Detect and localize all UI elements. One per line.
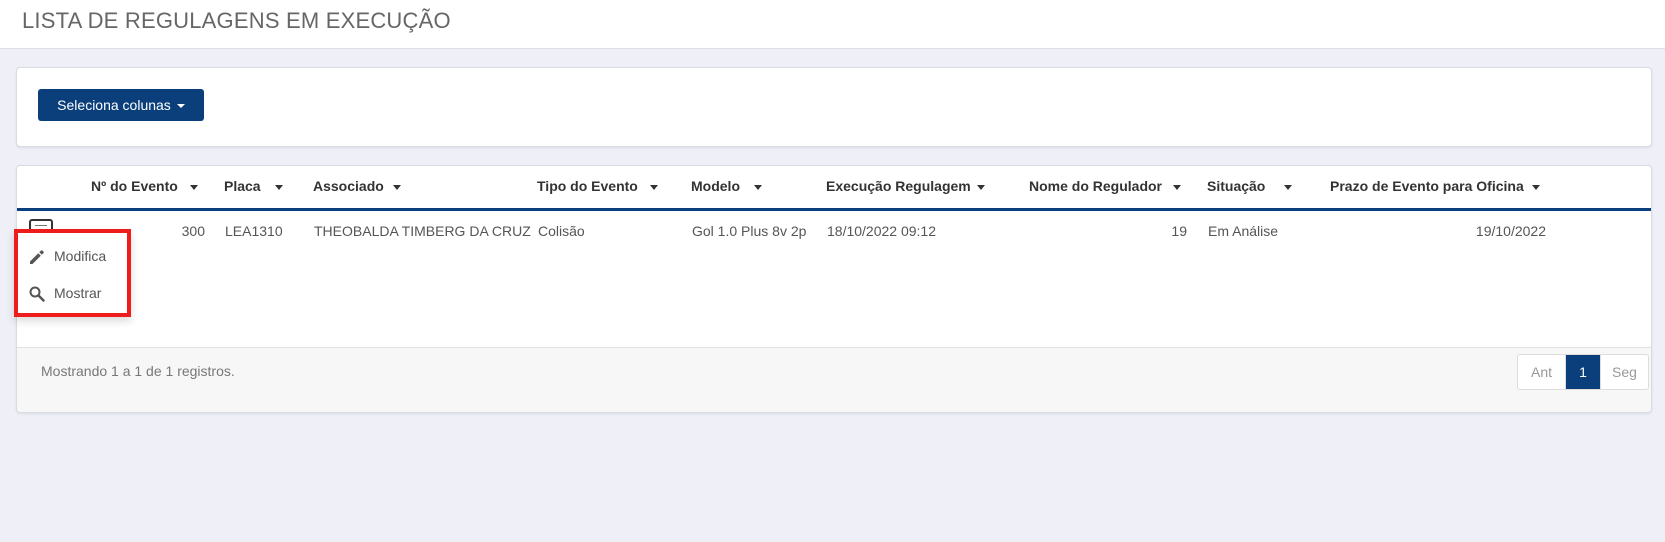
page-1-button[interactable]: 1 (1566, 355, 1600, 389)
column-header-nome-regulador[interactable]: Nome do Regulador (1029, 178, 1162, 194)
menu-item-mostrar-label: Mostrar (54, 285, 102, 301)
sort-caret-icon[interactable] (1284, 185, 1292, 190)
column-header-numero-evento[interactable]: Nº do Evento (91, 178, 178, 194)
next-page-button[interactable]: Seg (1600, 355, 1648, 389)
table-panel: Nº do Evento Placa Associado Tipo do Eve… (16, 165, 1652, 413)
cell-associado: THEOBALDA TIMBERG DA CRUZ (314, 223, 531, 239)
column-header-tipo-evento[interactable]: Tipo do Evento (537, 178, 638, 194)
pencil-icon (28, 248, 46, 266)
sort-caret-icon[interactable] (1173, 185, 1181, 190)
caret-down-icon (176, 104, 185, 109)
cell-tipo-evento: Colisão (538, 223, 585, 239)
toolbar-panel: Seleciona colunas (16, 67, 1652, 147)
sort-caret-icon[interactable] (977, 185, 985, 190)
page-header: LISTA DE REGULAGENS EM EXECUÇÃO (0, 0, 1665, 49)
sort-caret-icon[interactable] (1532, 185, 1540, 190)
prev-page-button[interactable]: Ant (1518, 355, 1566, 389)
cell-situacao: Em Análise (1208, 223, 1279, 239)
page-title: LISTA DE REGULAGENS EM EXECUÇÃO (22, 8, 451, 33)
select-columns-label: Seleciona colunas (57, 97, 171, 113)
cell-nome-regulador: 19 (1171, 223, 1187, 239)
search-icon (28, 285, 46, 303)
column-header-associado[interactable]: Associado (313, 178, 384, 194)
cell-execucao-regulagem: 18/10/2022 09:12 (827, 223, 936, 239)
cell-prazo-oficina: 19/10/2022 (1475, 223, 1546, 239)
table-footer: Mostrando 1 a 1 de 1 registros. Ant 1 Se… (17, 347, 1651, 412)
column-header-prazo-oficina[interactable]: Prazo de Evento para Oficina (1330, 178, 1524, 194)
cell-modelo: Gol 1.0 Plus 8v 2p (692, 223, 807, 239)
sort-caret-icon[interactable] (754, 185, 762, 190)
column-header-execucao-regulagem[interactable]: Execução Regulagem (826, 178, 971, 194)
cell-placa: LEA1310 (225, 223, 283, 239)
sort-caret-icon[interactable] (393, 185, 401, 190)
records-info: Mostrando 1 a 1 de 1 registros. (41, 363, 235, 379)
menu-item-modifica-label: Modifica (54, 248, 107, 264)
sort-caret-icon[interactable] (275, 185, 283, 190)
select-columns-button[interactable]: Seleciona colunas (38, 89, 204, 121)
table-header: Nº do Evento Placa Associado Tipo do Eve… (17, 166, 1651, 211)
row-actions-dropdown: Modifica Mostrar (14, 229, 131, 317)
pagination: Ant 1 Seg (1517, 354, 1649, 390)
sort-caret-icon[interactable] (190, 185, 198, 190)
column-header-modelo[interactable]: Modelo (691, 178, 740, 194)
sort-caret-icon[interactable] (650, 185, 658, 190)
column-header-placa[interactable]: Placa (224, 178, 261, 194)
column-header-situacao[interactable]: Situação (1207, 178, 1265, 194)
cell-numero-evento: 300 (181, 223, 205, 239)
